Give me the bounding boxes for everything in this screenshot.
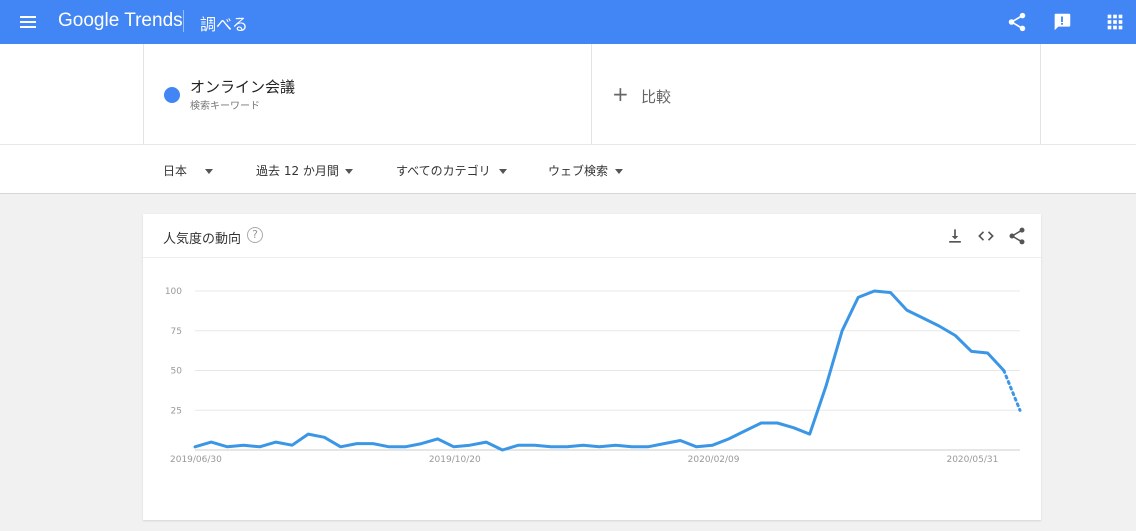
dropdown-arrow-icon (344, 169, 353, 174)
search-type-label: ウェブ検索 (548, 164, 609, 178)
region-dropdown[interactable]: 日本 (163, 162, 214, 179)
search-term-type: 検索キーワード (190, 101, 260, 112)
share-icon[interactable] (1007, 226, 1027, 246)
card-title: 人気度の動向 (163, 232, 242, 247)
page-title: 調べる (200, 15, 249, 34)
interest-over-time-card: 人気度の動向 ? 25 50 75 100 2019/06/30 2019/10/20 20… (143, 214, 1041, 520)
apps-icon[interactable] (1104, 11, 1126, 33)
search-term-card[interactable]: オンライン会議 検索キーワード (143, 44, 592, 144)
category-dropdown[interactable]: すべてのカテゴリ (396, 162, 507, 179)
google-trends-logo[interactable]: Google Trends (58, 10, 183, 32)
search-terms-bar: オンライン会議 検索キーワード + 比較 (0, 44, 1136, 144)
dropdown-arrow-icon (205, 169, 214, 174)
dropdown-arrow-icon (615, 169, 624, 174)
y-tick-label: 100 (165, 287, 182, 297)
divider (183, 10, 184, 32)
feedback-icon[interactable] (1051, 11, 1073, 33)
compare-button[interactable]: + 比較 (592, 44, 1041, 144)
search-type-dropdown[interactable]: ウェブ検索 (548, 162, 624, 179)
x-tick-label: 2020/02/09 (688, 455, 740, 465)
x-tick-label: 2020/05/31 (946, 455, 998, 465)
download-icon[interactable] (945, 226, 965, 246)
menu-icon[interactable] (20, 13, 36, 31)
card-header: 人気度の動向 ? (143, 214, 1041, 258)
y-tick-label: 25 (171, 406, 182, 416)
filter-bar: 日本 過去 12 か月間 すべてのカテゴリ ウェブ検索 (0, 144, 1136, 194)
series-line-partial (1002, 369, 1022, 412)
embed-icon[interactable] (976, 226, 996, 246)
series-color-dot (164, 87, 180, 103)
period-label: 過去 12 か月間 (256, 164, 339, 178)
help-icon[interactable]: ? (247, 227, 263, 243)
add-icon: + (612, 82, 629, 106)
top-app-bar: Google Trends 調べる (0, 0, 1136, 44)
search-term-name[interactable]: オンライン会議 (190, 76, 295, 97)
share-icon[interactable] (1006, 11, 1028, 33)
region-label: 日本 (163, 164, 188, 178)
dropdown-arrow-icon (498, 169, 507, 174)
interest-line-chart[interactable]: 25 50 75 100 2019/06/30 2019/10/20 2020/02/09 2… (143, 258, 1041, 520)
x-tick-label: 2019/06/30 (170, 455, 222, 465)
compare-label: 比較 (641, 88, 672, 106)
y-tick-label: 75 (171, 327, 182, 337)
x-tick-label: 2019/10/20 (429, 455, 481, 465)
category-label: すべてのカテゴリ (396, 164, 491, 178)
y-tick-label: 50 (171, 367, 183, 377)
period-dropdown[interactable]: 過去 12 か月間 (256, 162, 353, 179)
